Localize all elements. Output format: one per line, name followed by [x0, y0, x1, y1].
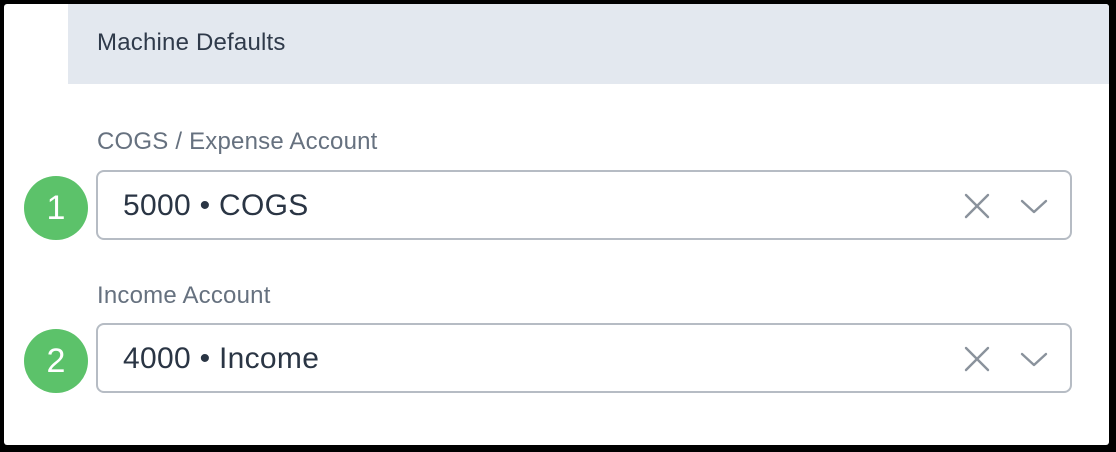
section-title: Machine Defaults	[97, 29, 286, 56]
cogs-expense-account-select[interactable]: 5000 • COGS	[96, 170, 1072, 240]
select-value: 5000 • COGS	[123, 189, 309, 222]
close-x-icon[interactable]	[962, 344, 992, 374]
income-account-select[interactable]: 4000 • Income	[96, 323, 1072, 393]
section-header: Machine Defaults	[68, 4, 1109, 84]
select-value: 4000 • Income	[123, 342, 320, 375]
cogs-expense-account-label: COGS / Expense Account	[97, 128, 378, 155]
chevron-down-icon[interactable]	[1018, 191, 1050, 221]
annotation-badge-1: 1	[24, 176, 88, 240]
close-x-icon[interactable]	[962, 191, 992, 221]
chevron-down-icon[interactable]	[1018, 344, 1050, 374]
annotation-badge-2: 2	[24, 329, 88, 393]
settings-panel: Machine Defaults COGS / Expense Account …	[4, 4, 1109, 445]
income-account-label: Income Account	[97, 282, 271, 309]
